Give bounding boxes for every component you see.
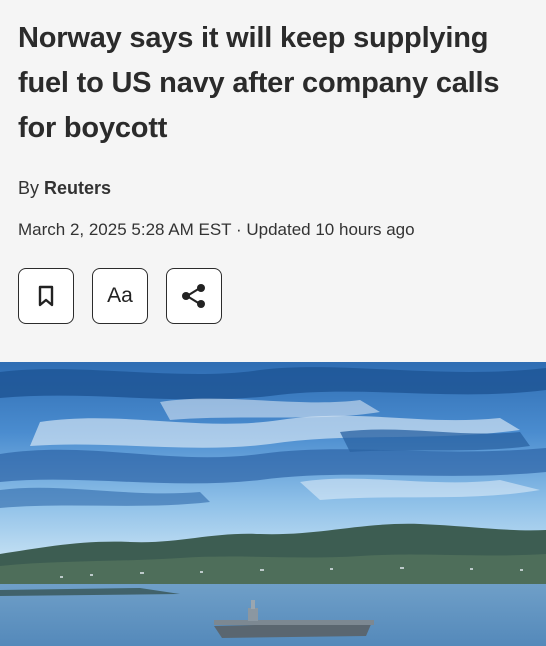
bookmark-button[interactable] <box>18 268 74 324</box>
text-size-label: Aa <box>107 284 133 307</box>
share-button[interactable] <box>166 268 222 324</box>
bookmark-icon <box>38 285 54 307</box>
article-header: Norway says it will keep supplying fuel … <box>0 0 546 362</box>
author-link[interactable]: Reuters <box>44 178 111 198</box>
article-headline: Norway says it will keep supplying fuel … <box>18 22 500 144</box>
byline: By Reuters <box>18 176 111 200</box>
byline-prefix: By <box>18 178 40 198</box>
text-size-button[interactable]: Aa <box>92 268 148 324</box>
hero-image <box>0 362 546 646</box>
share-icon <box>182 284 205 308</box>
article-actions: Aa <box>18 268 222 324</box>
dateline: March 2, 2025 5:28 AM EST · Updated 10 h… <box>18 220 415 239</box>
